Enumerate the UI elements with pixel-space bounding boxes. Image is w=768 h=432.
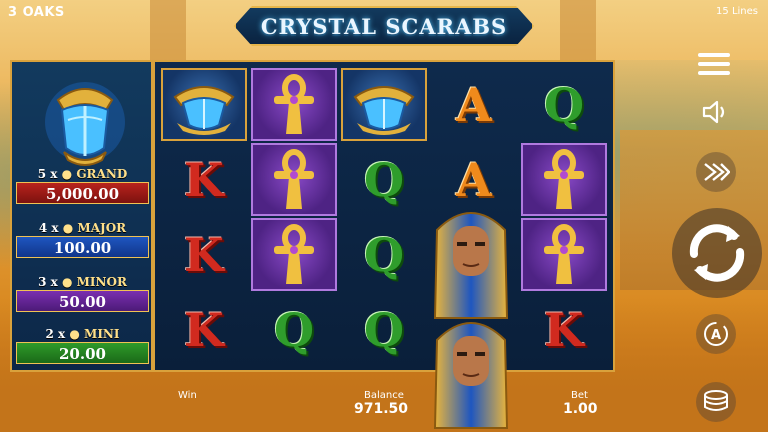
- bet-value[interactable]: 1.00: [563, 401, 598, 417]
- letter-symbol: Q: [521, 68, 607, 141]
- jackpot-name: MINOR: [76, 275, 127, 289]
- crystal-scarab-icon: [45, 82, 125, 166]
- balance-value: 971.50: [354, 401, 409, 417]
- svg-text:A: A: [711, 328, 721, 343]
- jackpot-grand: 5 x ● GRAND 5,000.00: [16, 166, 149, 204]
- symbol-letter: A: [456, 77, 492, 132]
- symbol-letter: Q: [273, 302, 315, 357]
- letter-symbol: Q: [251, 293, 337, 366]
- symbol-letter: K: [184, 302, 224, 357]
- coin-icon: ●: [69, 327, 80, 341]
- sound-button[interactable]: [696, 92, 736, 132]
- speaker-icon: [702, 100, 725, 124]
- jackpot-value: 50.00: [16, 290, 149, 312]
- symbol-letter: Q: [543, 77, 585, 132]
- ankh-symbol-icon: [251, 218, 337, 291]
- jackpot-name: MAJOR: [77, 221, 127, 235]
- jackpot-minor: 3 x ● MINOR 50.00: [16, 274, 149, 312]
- coin-icon: ●: [61, 275, 73, 289]
- letter-symbol: Q: [341, 143, 427, 216]
- autoplay-button[interactable]: A: [696, 314, 736, 354]
- letter-symbol: A: [431, 68, 517, 141]
- scarab-symbol-icon: [341, 68, 427, 141]
- jackpot-multiplier: 4 x: [38, 221, 59, 235]
- jackpot-mini: 2 x ● MINI 20.00: [16, 326, 149, 364]
- symbol-letter: Q: [363, 302, 405, 357]
- jackpot-panel: 5 x ● GRAND 5,000.00 4 x ● MAJOR 100.00 …: [10, 60, 153, 372]
- scarab-symbol-icon: [161, 68, 247, 141]
- symbol-letter: K: [544, 302, 584, 357]
- jackpot-value: 20.00: [16, 342, 149, 364]
- balance-label: Balance: [364, 390, 404, 401]
- game-title-banner: CRYSTAL SCARABS: [234, 6, 534, 46]
- spin-button[interactable]: [672, 208, 762, 298]
- menu-icon: [698, 53, 730, 75]
- ankh-symbol-icon: [251, 68, 337, 141]
- letter-symbol: K: [161, 218, 247, 291]
- reel-grid: AQKQAKQKQQK: [153, 60, 615, 429]
- jackpot-multiplier: 2 x: [45, 327, 66, 341]
- reel-cells: AQKQAKQKQQK: [161, 68, 607, 366]
- letter-symbol: K: [521, 293, 607, 366]
- jackpot-name: GRAND: [76, 167, 128, 181]
- autoplay-icon: A: [704, 322, 728, 346]
- letter-symbol: Q: [341, 218, 427, 291]
- symbol-letter: Q: [363, 227, 405, 282]
- win-label: Win: [178, 390, 197, 401]
- jackpot-multiplier: 5 x: [37, 167, 58, 181]
- jackpot-multiplier: 3 x: [38, 275, 58, 289]
- jackpot-value: 100.00: [16, 236, 149, 258]
- letter-symbol: K: [161, 143, 247, 216]
- symbol-letter: K: [184, 152, 224, 207]
- ankh-symbol-icon: [521, 218, 607, 291]
- letter-symbol: Q: [341, 293, 427, 366]
- bet-button[interactable]: [696, 382, 736, 422]
- menu-button[interactable]: [694, 44, 734, 84]
- game-title: CRYSTAL SCARABS: [260, 13, 508, 39]
- turbo-button[interactable]: [696, 152, 736, 192]
- bet-label: Bet: [571, 390, 588, 401]
- jackpot-major: 4 x ● MAJOR 100.00: [16, 220, 149, 258]
- jackpot-name: MINI: [84, 327, 120, 341]
- letter-symbol: K: [161, 293, 247, 366]
- coin-icon: ●: [61, 167, 73, 181]
- coins-icon: [704, 390, 728, 411]
- ankh-symbol-icon: [521, 143, 607, 216]
- jackpot-value: 5,000.00: [16, 182, 149, 204]
- ankh-symbol-icon: [251, 143, 337, 216]
- fast-forward-icon: [704, 163, 730, 181]
- symbol-letter: A: [456, 152, 492, 207]
- pharaoh-symbol-icon: [433, 212, 509, 429]
- coin-icon: ●: [62, 221, 74, 235]
- symbol-letter: K: [184, 227, 224, 282]
- symbol-letter: Q: [363, 152, 405, 207]
- spin-icon: [689, 224, 745, 282]
- provider-logo: 3 OAKS: [8, 5, 65, 20]
- lines-count: 15 Lines: [716, 6, 758, 17]
